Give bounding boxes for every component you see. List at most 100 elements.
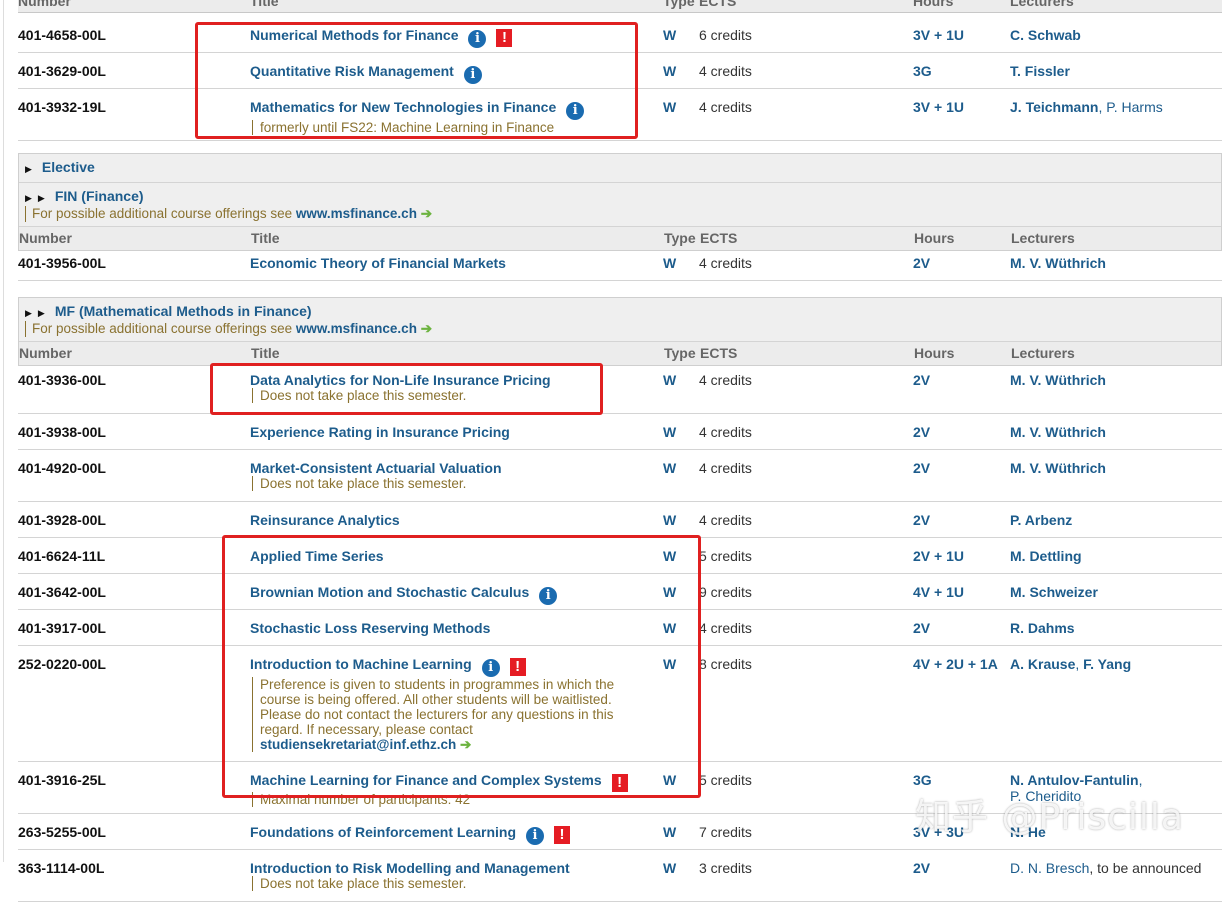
course-number: 363-1114-00L xyxy=(18,860,105,876)
lecturer-link[interactable]: , xyxy=(1139,772,1143,788)
table-row: 401-6624-11L Applied Time Series W 5 cre… xyxy=(18,538,1222,574)
expand-triangle-icon[interactable]: ▶ xyxy=(38,308,45,318)
table-row: 401-3629-00L Quantitative Risk Managemen… xyxy=(18,53,1222,89)
expand-triangle-icon[interactable]: ▶ xyxy=(25,164,32,174)
course-title-link[interactable]: Numerical Methods for Finance xyxy=(250,27,458,43)
course-type: W xyxy=(663,656,677,672)
course-title-link[interactable]: Economic Theory of Financial Markets xyxy=(250,255,506,271)
lecturer-link[interactable]: , xyxy=(1075,656,1083,672)
course-hours[interactable]: 3V + 1U xyxy=(913,27,964,43)
lecturer-link[interactable]: R. Dahms xyxy=(1010,620,1075,636)
arrow-right-icon[interactable]: ➔ xyxy=(421,321,432,336)
section-fin-label[interactable]: FIN (Finance) xyxy=(55,188,144,204)
course-lecturers: M. Schweizer xyxy=(1010,584,1222,600)
note-line: Please do not contact the lecturers for … xyxy=(260,707,614,722)
col-lecturers: Lecturers xyxy=(1011,345,1075,361)
arrow-right-icon[interactable]: ➔ xyxy=(421,206,432,221)
course-title-link[interactable]: Foundations of Reinforcement Learning xyxy=(250,824,516,840)
lecturer-link[interactable]: N. Antulov-Fantulin xyxy=(1010,772,1139,788)
course-title-link[interactable]: Stochastic Loss Reserving Methods xyxy=(250,620,490,636)
lecturer-link[interactable]: M. V. Wüthrich xyxy=(1010,255,1106,271)
course-hours[interactable]: 2V xyxy=(913,372,930,388)
course-title-link[interactable]: Introduction to Risk Modelling and Manag… xyxy=(250,860,570,876)
course-title-link[interactable]: Applied Time Series xyxy=(250,548,384,564)
course-type: W xyxy=(663,824,677,840)
lecturer-link[interactable]: M. Schweizer xyxy=(1010,584,1098,600)
course-title-cell: Machine Learning for Finance and Complex… xyxy=(250,772,660,807)
section-elective-label[interactable]: Elective xyxy=(42,159,95,175)
section-note: For possible additional course offerings… xyxy=(25,206,1221,222)
lecturer-link[interactable]: J. Teichmann xyxy=(1010,99,1098,115)
course-ects: 5 credits xyxy=(699,548,752,564)
course-title-cell: Introduction to Machine Learning i! Prefe… xyxy=(250,656,660,752)
alert-icon[interactable]: ! xyxy=(509,658,526,676)
course-lecturers: M. V. Wüthrich xyxy=(1010,424,1222,440)
section-mf-row[interactable]: ▶ ▶ MF (Mathematical Methods in Finance) F… xyxy=(19,298,1221,342)
course-lecturers: R. Dahms xyxy=(1010,620,1222,636)
course-hours[interactable]: 4V + 2U + 1A xyxy=(913,656,998,672)
course-note: Preference is given to students in progr… xyxy=(252,677,660,752)
course-hours[interactable]: 2V xyxy=(913,460,930,476)
course-hours[interactable]: 2V xyxy=(913,860,930,876)
lecturer-link[interactable]: D. N. Bresch xyxy=(1010,860,1089,876)
info-icon[interactable]: i xyxy=(539,587,558,605)
email-link[interactable]: studiensekretariat@inf.ethz.ch xyxy=(260,737,456,752)
course-title-link[interactable]: Introduction to Machine Learning xyxy=(250,656,472,672)
lecturer-link[interactable]: M. Dettling xyxy=(1010,548,1082,564)
course-hours[interactable]: 2V xyxy=(913,512,930,528)
course-hours[interactable]: 2V xyxy=(913,424,930,440)
lecturer-link[interactable]: M. V. Wüthrich xyxy=(1010,372,1106,388)
lecturer-link[interactable]: T. Fissler xyxy=(1010,63,1070,79)
expand-triangle-icon[interactable]: ▶ xyxy=(25,193,32,203)
lecturer-link[interactable]: C. Schwab xyxy=(1010,27,1081,43)
info-icon[interactable]: i xyxy=(566,102,585,120)
course-lecturers: M. Dettling xyxy=(1010,548,1222,564)
lecturer-link[interactable]: P. Arbenz xyxy=(1010,512,1072,528)
alert-icon[interactable]: ! xyxy=(611,774,628,792)
course-hours[interactable]: 4V + 1U xyxy=(913,584,964,600)
table-row: 401-3642-00L Brownian Motion and Stochas… xyxy=(18,574,1222,610)
course-title-link[interactable]: Experience Rating in Insurance Pricing xyxy=(250,424,510,440)
course-title-cell: Data Analytics for Non-Life Insurance Pr… xyxy=(250,372,660,403)
info-icon[interactable]: i xyxy=(481,659,500,677)
course-hours[interactable]: 2V xyxy=(913,255,930,271)
course-hours[interactable]: 3G xyxy=(913,772,932,788)
info-icon[interactable]: i xyxy=(526,827,545,845)
course-hours[interactable]: 3V + 1U xyxy=(913,99,964,115)
lecturer-link[interactable]: M. V. Wüthrich xyxy=(1010,424,1106,440)
course-hours[interactable]: 2V xyxy=(913,620,930,636)
course-title-link[interactable]: Mathematics for New Technologies in Fina… xyxy=(250,99,556,115)
lecturer-link[interactable]: A. Krause xyxy=(1010,656,1075,672)
course-number: 401-3932-19L xyxy=(18,99,106,115)
msfinance-link[interactable]: www.msfinance.ch xyxy=(296,206,417,221)
expand-triangle-icon[interactable]: ▶ xyxy=(38,193,45,203)
col-title: Title xyxy=(250,0,279,9)
course-note: Does not take place this semester. xyxy=(252,876,660,891)
lecturer-link[interactable]: F. Yang xyxy=(1083,656,1131,672)
section-elective-row[interactable]: ▶ Elective xyxy=(19,154,1221,183)
course-hours[interactable]: 3G xyxy=(913,63,932,79)
msfinance-link[interactable]: www.msfinance.ch xyxy=(296,321,417,336)
expand-triangle-icon[interactable]: ▶ xyxy=(25,308,32,318)
course-title-link[interactable]: Brownian Motion and Stochastic Calculus xyxy=(250,584,529,600)
col-title: Title xyxy=(251,345,280,361)
alert-icon[interactable]: ! xyxy=(496,29,513,47)
section-mf-label[interactable]: MF (Mathematical Methods in Finance) xyxy=(55,303,312,319)
course-title-link[interactable]: Market-Consistent Actuarial Valuation xyxy=(250,460,502,476)
info-icon[interactable]: i xyxy=(463,66,482,84)
col-type: Type xyxy=(663,0,695,9)
course-number: 252-0220-00L xyxy=(18,656,106,672)
alert-icon[interactable]: ! xyxy=(554,826,571,844)
section-fin-row[interactable]: ▶ ▶ FIN (Finance) For possible additional … xyxy=(19,183,1221,227)
course-title-link[interactable]: Quantitative Risk Management xyxy=(250,63,454,79)
course-hours[interactable]: 2V + 1U xyxy=(913,548,964,564)
arrow-right-icon[interactable]: ➔ xyxy=(460,737,471,752)
course-ects: 4 credits xyxy=(699,512,752,528)
lecturer-link[interactable]: , P. Harms xyxy=(1098,99,1162,115)
lecturer-link[interactable]: M. V. Wüthrich xyxy=(1010,460,1106,476)
course-title-link[interactable]: Data Analytics for Non-Life Insurance Pr… xyxy=(250,372,551,388)
info-icon[interactable]: i xyxy=(468,30,487,48)
course-title-link[interactable]: Machine Learning for Finance and Complex… xyxy=(250,772,602,788)
course-title-link[interactable]: Reinsurance Analytics xyxy=(250,512,400,528)
section-note: For possible additional course offerings… xyxy=(25,321,1221,337)
